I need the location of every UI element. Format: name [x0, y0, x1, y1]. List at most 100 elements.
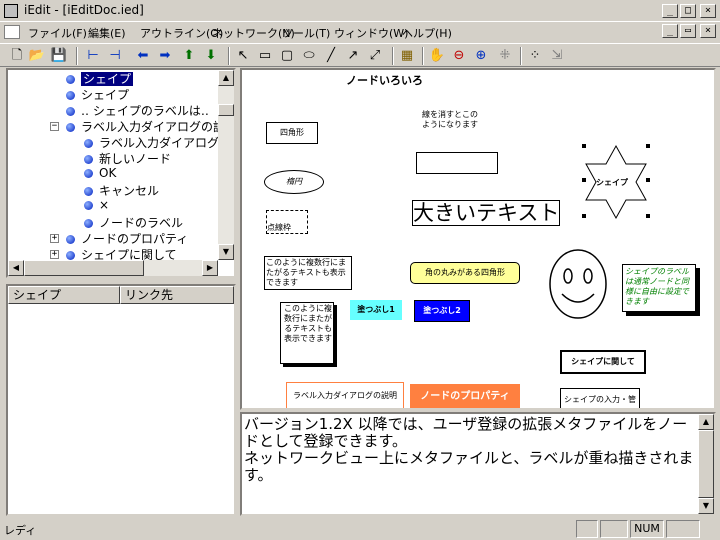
menu-window[interactable]: ウィンドウ(W)	[334, 25, 408, 41]
document-icon[interactable]	[4, 25, 20, 39]
app-icon[interactable]	[4, 4, 18, 18]
outline-tree[interactable]: シェイプ シェイプ ‥ シェイプのラベルは‥ − ラベル入力ダイアログの説 ラベ…	[6, 68, 236, 278]
ellipse-tool-icon[interactable]: ⬭	[300, 47, 318, 65]
menu-edit[interactable]: 編集(E)	[88, 25, 126, 41]
arrow-line-tool-icon[interactable]: ↗	[344, 47, 362, 65]
menu-help[interactable]: ヘルプ(H)	[402, 25, 452, 41]
node-bullet-icon	[66, 235, 75, 244]
node-text-content[interactable]: バージョン1.2X 以降では、ユーザ登録の拡張メタファイルをノードとして登録でき…	[244, 416, 694, 484]
open-folder-icon[interactable]: 📂	[28, 47, 46, 65]
maximize-button[interactable]: □	[680, 4, 696, 18]
text-vertical-scrollbar[interactable]: ▲ ▼	[698, 414, 714, 514]
column-header-link[interactable]: リンク先	[120, 286, 234, 304]
fit-icon[interactable]: ⁜	[496, 47, 514, 65]
node-bullet-icon	[84, 139, 93, 148]
canvas-title[interactable]: ノードいろいろ	[346, 75, 423, 86]
scroll-down-button[interactable]: ▼	[698, 498, 714, 514]
status-panel	[666, 520, 700, 538]
arrow-left-icon[interactable]: ⬅	[134, 47, 152, 65]
empty-rectangle-node[interactable]	[416, 152, 498, 174]
scroll-up-button[interactable]: ▲	[218, 70, 234, 86]
node-bullet-icon	[84, 169, 93, 178]
tree-item[interactable]: OK	[84, 166, 116, 180]
node-bullet-icon	[66, 91, 75, 100]
collapse-toggle[interactable]: −	[50, 122, 59, 131]
rectangle-tool-icon[interactable]: ▭	[256, 47, 274, 65]
save-icon[interactable]: 💾	[50, 47, 68, 65]
multiline-text-node-2[interactable]: このように複数行にまたがるテキストも表示できます	[280, 302, 334, 364]
zoom-in-icon[interactable]: ⊕	[472, 47, 490, 65]
status-bar: レディ NUM	[0, 518, 720, 540]
menu-tools[interactable]: ツール(T)	[282, 25, 330, 41]
network-view-icon[interactable]: ▦	[398, 47, 416, 65]
menu-outline[interactable]: アウトライン(O)	[140, 25, 223, 41]
node-bullet-icon	[84, 219, 93, 228]
grid-icon[interactable]: ⁘	[526, 47, 544, 65]
scroll-thumb[interactable]	[698, 430, 714, 498]
scroll-down-button[interactable]: ▼	[218, 244, 234, 260]
scroll-left-button[interactable]: ◀	[8, 260, 24, 276]
tree-item[interactable]: ノードのラベル	[84, 214, 183, 231]
arrow-down-icon[interactable]: ⬇	[202, 47, 220, 65]
minimize-button[interactable]: _	[662, 4, 678, 18]
smiley-shape-node[interactable]	[548, 248, 608, 320]
network-canvas[interactable]: ノードいろいろ 四角形 線を消すとこのようになります 楕円 点線枠 大きいテキス…	[240, 68, 716, 410]
node-bullet-icon	[84, 187, 93, 196]
scroll-thumb[interactable]	[24, 260, 144, 276]
tree-horizontal-scrollbar[interactable]: ◀ ▶	[8, 260, 218, 276]
outline-right-icon[interactable]: ⊣	[106, 47, 124, 65]
fill1-node[interactable]: 塗つぶし1	[350, 300, 402, 320]
node-properties-node[interactable]: ノードのプロパティ	[410, 384, 520, 408]
rounded-rect-tool-icon[interactable]: ▢	[278, 47, 296, 65]
link-icon[interactable]: ⇲	[548, 47, 566, 65]
shape-io-node[interactable]: シェイプの入力・管理画面	[560, 388, 640, 408]
double-arrow-line-tool-icon[interactable]: ⤢	[366, 47, 384, 65]
rectangle-node[interactable]: 四角形	[266, 122, 318, 144]
zoom-out-icon[interactable]: ⊖	[450, 47, 468, 65]
select-pointer-icon[interactable]: ↖	[234, 47, 252, 65]
status-text: レディ	[4, 524, 37, 537]
big-text-node[interactable]: 大きいテキスト	[412, 200, 561, 226]
menu-file[interactable]: ファイル(F)	[28, 25, 87, 41]
label-dialog-desc-node[interactable]: ラベル入力ダイアログの説明	[286, 382, 404, 408]
tree-item[interactable]: ラベル入力ダイアログ	[84, 134, 219, 151]
line-tool-icon[interactable]: ╱	[322, 47, 340, 65]
scroll-thumb[interactable]	[218, 104, 234, 116]
node-text-pane[interactable]: バージョン1.2X 以降では、ユーザ登録の拡張メタファイルをノードとして登録でき…	[240, 412, 716, 516]
tree-item[interactable]: シェイプ	[66, 86, 129, 103]
scroll-up-button[interactable]: ▲	[698, 414, 714, 430]
link-list-panel[interactable]: シェイプ リンク先	[6, 284, 236, 516]
expand-toggle[interactable]: +	[50, 250, 59, 259]
fill2-node[interactable]: 塗つぶし2	[414, 300, 470, 322]
mdi-close-button[interactable]: ×	[700, 24, 716, 38]
toolbar: 🗋 📂 💾 ⊢ ⊣ ⬅ ➡ ⬆ ⬇ ↖ ▭ ▢ ⬭ ╱ ↗ ⤢ ▦ ✋ ⊖ ⊕ …	[0, 43, 720, 67]
tree-item[interactable]: ラベル入力ダイアログの説	[66, 118, 225, 135]
mdi-restore-button[interactable]: ▭	[680, 24, 696, 38]
mdi-minimize-button[interactable]: _	[662, 24, 678, 38]
close-button[interactable]: ×	[700, 4, 716, 18]
new-file-icon[interactable]: 🗋	[8, 47, 26, 65]
rounded-rectangle-node[interactable]: 角の丸みがある四角形	[410, 262, 520, 284]
arrow-up-icon[interactable]: ⬆	[180, 47, 198, 65]
node-bullet-icon	[66, 75, 75, 84]
frameless-node[interactable]: 線を消すとこのようになります	[422, 110, 478, 130]
tree-item[interactable]: ‥ シェイプのラベルは‥	[66, 102, 209, 119]
window-title: iEdit - [iEditDoc.ied]	[24, 3, 144, 17]
dotted-node[interactable]: 点線枠	[266, 210, 308, 234]
about-shapes-node[interactable]: シェイプに関して	[560, 350, 646, 374]
tree-item[interactable]: ×	[84, 198, 109, 212]
scroll-right-button[interactable]: ▶	[202, 260, 218, 276]
tree-vertical-scrollbar[interactable]: ▲ ▼	[218, 70, 234, 260]
hand-icon[interactable]: ✋	[428, 47, 446, 65]
tree-item[interactable]: シェイプ	[66, 70, 134, 87]
outline-left-icon[interactable]: ⊢	[84, 47, 102, 65]
tree-item[interactable]: キャンセル	[84, 182, 159, 199]
column-header-shape[interactable]: シェイプ	[8, 286, 120, 304]
arrow-right-icon[interactable]: ➡	[156, 47, 174, 65]
shape-note-node[interactable]: シェイプのラベルは通常ノードと同様に自由に設定できます	[622, 264, 696, 312]
multiline-text-node[interactable]: このように複数行にまたがるテキストも表示できます	[264, 256, 352, 290]
tree-item[interactable]: 新しいノード	[84, 150, 171, 167]
tree-item[interactable]: ノードのプロパティ	[66, 230, 188, 247]
expand-toggle[interactable]: +	[50, 234, 59, 243]
ellipse-node[interactable]: 楕円	[264, 170, 324, 194]
